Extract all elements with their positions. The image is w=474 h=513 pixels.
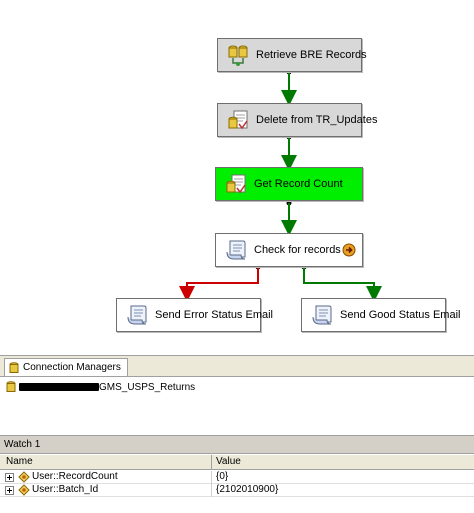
column-header-value[interactable]: Value [216, 456, 241, 467]
script-task-icon [312, 305, 332, 325]
task-label: Delete from TR_Updates [256, 114, 378, 126]
sql-task-icon [228, 110, 248, 130]
watch-variable-name: User::Batch_Id [32, 484, 99, 495]
control-flow-designer[interactable]: Retrieve BRE Records Delete from TR_Upda… [0, 0, 474, 355]
connection-managers-tabbar: Connection Managers [0, 356, 474, 377]
watch-variable-value[interactable]: {2102010900} [216, 484, 278, 495]
constraint-check-to-good-email[interactable] [301, 264, 382, 302]
constraint-check-to-error-email[interactable] [179, 264, 261, 302]
variable-icon [18, 471, 30, 483]
constraint-delete-to-count[interactable] [281, 134, 297, 171]
constraint-retrieve-to-delete[interactable] [281, 69, 297, 106]
tab-connection-managers[interactable]: Connection Managers [4, 358, 128, 376]
column-header-name[interactable]: Name [6, 456, 33, 467]
constraint-count-to-check[interactable] [281, 200, 297, 236]
connection-manager-name: GMS_USPS_Returns [99, 381, 196, 393]
tab-label: Connection Managers [23, 362, 121, 373]
script-task-icon [127, 305, 147, 325]
task-label: Send Error Status Email [155, 309, 273, 321]
watch-column-header: Name Value [0, 455, 474, 470]
watch-variable-value[interactable]: {0} [216, 471, 228, 482]
column-divider [211, 471, 212, 484]
task-retrieve-bre-records[interactable]: Retrieve BRE Records [217, 38, 367, 72]
expand-icon[interactable] [5, 473, 14, 482]
task-label: Get Record Count [254, 178, 343, 190]
task-get-record-count[interactable]: Get Record Count [215, 167, 363, 201]
connection-manager-item[interactable]: GMS_USPS_Returns [6, 380, 195, 394]
watch-window: Watch 1 Name Value User::RecordCount {0}… [0, 435, 474, 513]
watch-row[interactable]: User::Batch_Id {2102010900} [0, 484, 474, 497]
variable-icon [18, 484, 30, 496]
database-icon [6, 381, 16, 392]
data-flow-icon [228, 45, 248, 66]
database-icon [9, 361, 19, 373]
watch-title-bar: Watch 1 [0, 435, 474, 454]
expand-icon[interactable] [5, 486, 14, 495]
connection-managers-panel: Connection Managers GMS_USPS_Returns [0, 355, 474, 436]
column-divider[interactable] [211, 455, 212, 469]
task-send-error-status-email[interactable]: Send Error Status Email [116, 298, 273, 332]
task-label: Send Good Status Email [340, 309, 461, 321]
watch-row[interactable]: User::RecordCount {0} [0, 471, 474, 484]
task-check-for-records[interactable]: Check for records [215, 233, 363, 267]
task-label: Check for records [254, 244, 341, 256]
column-divider [211, 484, 212, 497]
sql-task-icon [226, 174, 246, 194]
task-send-good-status-email[interactable]: Send Good Status Email [301, 298, 460, 332]
task-delete-from-tr-updates[interactable]: Delete from TR_Updates [217, 103, 377, 137]
event-handler-icon[interactable] [342, 243, 356, 257]
script-task-icon [226, 240, 246, 260]
redacted-text [19, 383, 99, 391]
watch-variable-name: User::RecordCount [32, 471, 118, 482]
task-label: Retrieve BRE Records [256, 49, 367, 61]
